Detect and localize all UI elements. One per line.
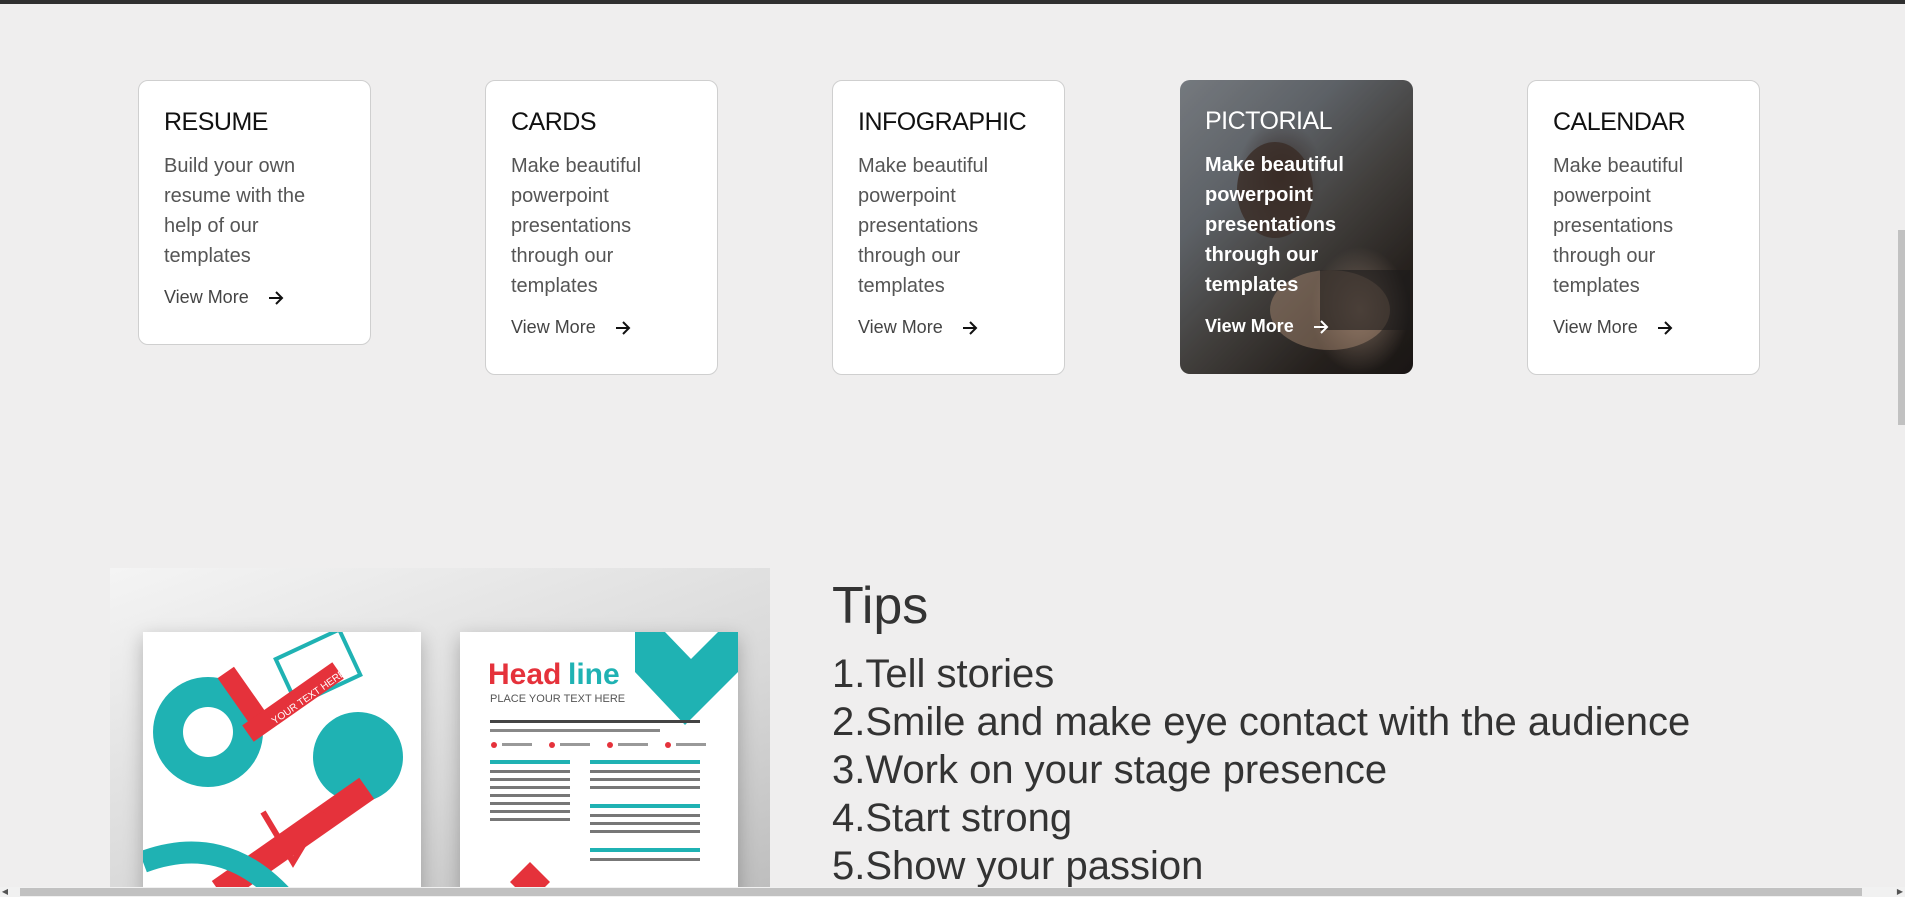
view-more-link[interactable]: View More — [511, 317, 692, 338]
view-more-link[interactable]: View More — [1205, 316, 1388, 337]
arrow-right-icon — [1657, 320, 1673, 335]
tip-item: 2.Smile and make eye contact with the au… — [832, 700, 1691, 744]
card-description: Make beautiful powerpoint presentations … — [1553, 155, 1684, 297]
card-description: Build your own resume with the help of o… — [164, 155, 306, 267]
view-more-label: View More — [511, 317, 596, 337]
view-more-link[interactable]: View More — [1553, 317, 1734, 338]
card-title: INFOGRAPHIC — [858, 108, 1027, 136]
card-title: RESUME — [164, 108, 268, 136]
tip-item: 1.Tell stories — [832, 652, 1055, 696]
card-description: Make beautiful powerpoint presentations … — [1205, 154, 1344, 296]
view-more-link[interactable]: View More — [858, 317, 1039, 338]
view-more-label: View More — [1205, 316, 1294, 336]
flyer-subheading: PLACE YOUR TEXT HERE — [490, 693, 625, 705]
horizontal-scrollbar-thumb[interactable] — [20, 888, 1862, 896]
tip-item: 4.Start strong — [832, 796, 1073, 840]
arrow-right-icon — [268, 290, 284, 305]
tips-section: Tips 1.Tell stories 2.Smile and make eye… — [832, 570, 1852, 890]
arrow-right-icon — [615, 320, 631, 335]
flyer-left-artwork: YOUR TEXT HERE — [143, 632, 403, 897]
tip-item: 5.Show your passion — [832, 844, 1204, 888]
tip-item: 3.Work on your stage presence — [832, 748, 1388, 792]
card-title: CALENDAR — [1553, 108, 1686, 136]
view-more-label: View More — [1553, 317, 1638, 337]
flyer-headline-a: Head — [488, 658, 561, 691]
card-resume[interactable]: RESUME Build your own resume with the he… — [138, 80, 371, 345]
card-description: Make beautiful powerpoint presentations … — [511, 155, 642, 297]
card-title: PICTORIAL — [1205, 107, 1333, 135]
scroll-right-arrow-icon[interactable]: ▶ — [1895, 887, 1905, 897]
tips-title: Tips — [832, 577, 929, 635]
horizontal-scrollbar[interactable]: ◀ ▶ — [0, 887, 1905, 897]
card-description: Make beautiful powerpoint presentations … — [858, 155, 989, 297]
vertical-scrollbar-thumb[interactable] — [1898, 230, 1905, 425]
card-infographic[interactable]: INFOGRAPHIC Make beautiful powerpoint pr… — [832, 80, 1065, 375]
flyer-right-artwork: Head line PLACE YOUR TEXT HERE — [488, 632, 738, 897]
arrow-right-icon — [962, 320, 978, 335]
card-calendar[interactable]: CALENDAR Make beautiful powerpoint prese… — [1527, 80, 1760, 375]
flyer-headline-b: line — [568, 658, 620, 691]
card-pictorial[interactable]: PICTORIAL Make beautiful powerpoint pres… — [1180, 80, 1413, 374]
flyer-right: Head line PLACE YOUR TEXT HERE — [460, 632, 738, 897]
view-more-link[interactable]: View More — [164, 287, 345, 308]
view-more-label: View More — [164, 287, 249, 307]
tips-list: 1.Tell stories 2.Smile and make eye cont… — [832, 650, 1852, 890]
scroll-left-arrow-icon[interactable]: ◀ — [0, 887, 10, 897]
card-title: CARDS — [511, 108, 597, 136]
flyer-left: YOUR TEXT HERE — [143, 632, 421, 897]
template-cards: RESUME Build your own resume with the he… — [0, 0, 1905, 400]
arrow-right-icon — [1313, 319, 1329, 334]
flyer-template-image: YOUR TEXT HERE Head line PLACE YOUR TEXT… — [110, 568, 770, 897]
card-cards[interactable]: CARDS Make beautiful powerpoint presenta… — [485, 80, 718, 375]
view-more-label: View More — [858, 317, 943, 337]
